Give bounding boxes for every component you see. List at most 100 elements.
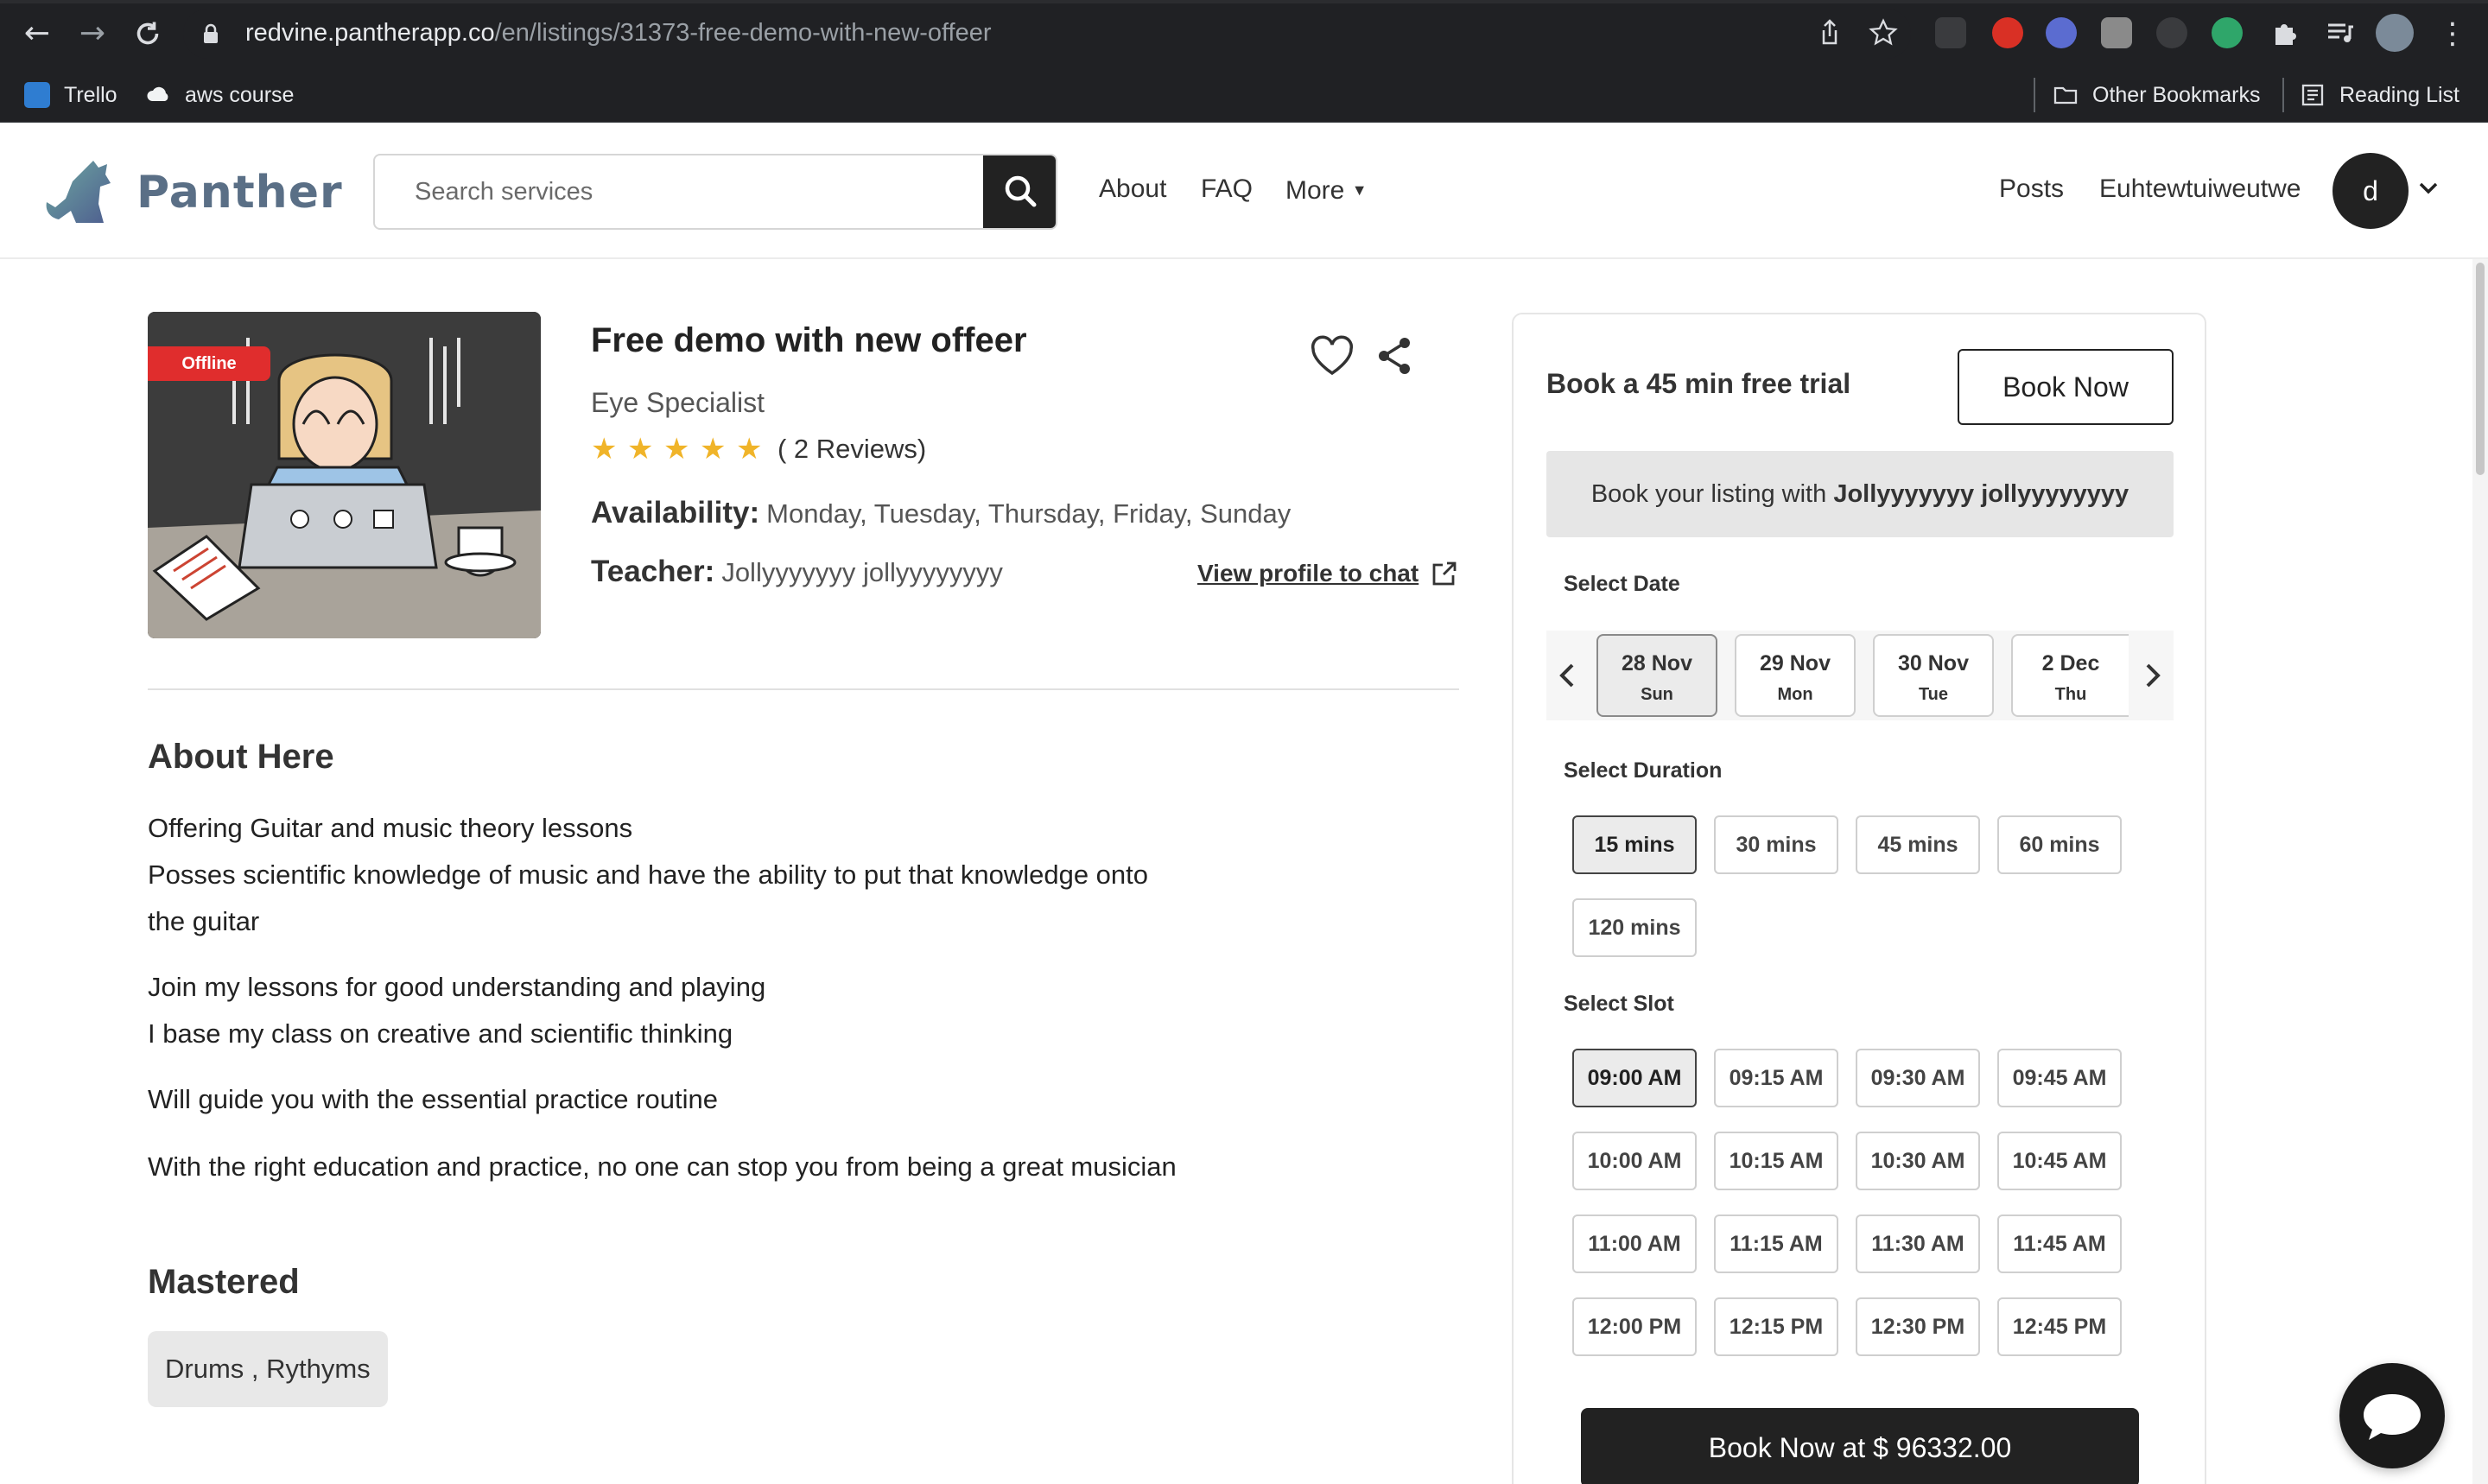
time-slot[interactable]: 11:15 AM <box>1714 1214 1838 1273</box>
bookmark-aws-course[interactable]: aws course <box>145 79 294 111</box>
folder-icon <box>2053 86 2078 105</box>
other-bookmarks-label: Other Bookmarks <box>2092 82 2261 107</box>
time-slot[interactable]: 10:00 AM <box>1572 1132 1697 1190</box>
time-slot[interactable]: 09:00 AM <box>1572 1049 1697 1107</box>
listing-title: Free demo with new offeer <box>591 321 1027 359</box>
time-slot[interactable]: 09:15 AM <box>1714 1049 1838 1107</box>
teacher-name: Jollyyyyyyy jollyyyyyyyy <box>721 557 1003 587</box>
forward-icon[interactable]: → <box>74 16 111 52</box>
duration-option[interactable]: 15 mins <box>1572 815 1697 874</box>
duration-option[interactable]: 30 mins <box>1714 815 1838 874</box>
duration-option[interactable]: 60 mins <box>1997 815 2122 874</box>
book-now-button[interactable]: Book Now <box>1958 349 2174 425</box>
time-slot[interactable]: 12:15 PM <box>1714 1297 1838 1356</box>
reading-list-icon <box>2301 84 2324 106</box>
react-devtools-icon[interactable] <box>1935 17 1966 48</box>
trello-icon <box>24 82 50 108</box>
search-icon <box>1005 175 1037 207</box>
reading-list[interactable]: Reading List <box>2300 79 2459 111</box>
about-line: Join my lessons for good understanding a… <box>148 972 766 1002</box>
date-chip-day: Thu <box>2054 685 2087 704</box>
heart-icon[interactable] <box>1310 335 1355 377</box>
duration-option[interactable]: 120 mins <box>1572 898 1697 957</box>
nav-user-name[interactable]: Euhtewtuiweutwe <box>2099 174 2301 204</box>
banner-prefix: Book your listing with <box>1590 480 1827 508</box>
nav-more[interactable]: More ▼ <box>1285 176 1368 206</box>
select-slot-label: Select Slot <box>1564 992 1674 1016</box>
banner-teacher-name: Jollyyyyyyy jollyyyyyyyy <box>1833 480 2129 508</box>
extension-icon[interactable] <box>2046 17 2077 48</box>
share-page-icon[interactable] <box>1814 17 1845 48</box>
bookmark-trello[interactable]: Trello <box>24 79 117 111</box>
grammarly-icon[interactable] <box>2212 17 2243 48</box>
view-profile-link[interactable]: View profile to chat <box>1197 560 1419 587</box>
puzzle-icon[interactable] <box>2269 17 2300 48</box>
about-line: Will guide you with the essential practi… <box>148 1084 718 1114</box>
time-slot[interactable]: 10:45 AM <box>1997 1132 2122 1190</box>
search-button[interactable] <box>983 155 1056 228</box>
nav-faq[interactable]: FAQ <box>1201 174 1253 204</box>
chevron-right-icon[interactable] <box>2130 631 2174 720</box>
about-line: I base my class on creative and scientif… <box>148 1018 733 1049</box>
user-avatar[interactable]: d <box>2332 153 2409 229</box>
book-now-price-button[interactable]: Book Now at $ 96332.00 <box>1581 1408 2139 1484</box>
date-chip[interactable]: 29 Nov Mon <box>1735 634 1856 717</box>
back-icon[interactable]: ← <box>19 16 55 52</box>
scrollbar-thumb[interactable] <box>2476 263 2485 475</box>
star-icon: ★ <box>663 432 690 466</box>
site-header: Panther About FAQ More ▼ Posts Euhtewtui… <box>0 123 2488 259</box>
refresh-extension-icon[interactable] <box>2156 17 2187 48</box>
about-line: the guitar <box>148 906 260 936</box>
time-slot[interactable]: 11:30 AM <box>1856 1214 1980 1273</box>
reviews-count[interactable]: ( 2 Reviews) <box>778 434 926 465</box>
skill-chip: Drums , Rythyms <box>148 1331 388 1407</box>
time-slot[interactable]: 12:45 PM <box>1997 1297 2122 1356</box>
time-slot[interactable]: 09:45 AM <box>1997 1049 2122 1107</box>
availability: Availability: Monday, Tuesday, Thursday, … <box>591 496 1291 530</box>
caret-down-icon: ▼ <box>1351 181 1368 199</box>
date-chip-date: 29 Nov <box>1760 651 1831 675</box>
reload-icon[interactable] <box>130 16 166 52</box>
bookmark-separator <box>2034 78 2035 112</box>
time-slot[interactable]: 09:30 AM <box>1856 1049 1980 1107</box>
time-slot[interactable]: 11:00 AM <box>1572 1214 1697 1273</box>
availability-label: Availability: <box>591 496 760 530</box>
calendar-extension-icon[interactable] <box>2101 17 2132 48</box>
about-paragraph-2: Join my lessons for good understanding a… <box>148 964 765 1057</box>
date-chip-date: 2 Dec <box>2041 651 2100 675</box>
chevron-left-icon[interactable] <box>1546 631 1590 720</box>
date-chip[interactable]: 28 Nov Sun <box>1596 634 1717 717</box>
nav-more-label: More <box>1285 176 1345 205</box>
bookmark-label: Trello <box>64 82 117 107</box>
menu-dots-icon[interactable]: ⋮ <box>2434 16 2471 52</box>
nav-posts[interactable]: Posts <box>1999 174 2064 204</box>
time-slot[interactable]: 10:30 AM <box>1856 1132 1980 1190</box>
chat-button[interactable] <box>2339 1363 2445 1468</box>
time-slot[interactable]: 10:15 AM <box>1714 1132 1838 1190</box>
address-bar[interactable]: redvine.pantherapp.co/en/listings/31373-… <box>183 9 1911 59</box>
profile-avatar-icon[interactable] <box>2376 14 2414 52</box>
date-chip-date: 30 Nov <box>1898 651 1969 675</box>
panther-logo[interactable]: Panther <box>41 154 343 231</box>
date-chip[interactable]: 30 Nov Tue <box>1873 634 1994 717</box>
chat-bubble-icon <box>2364 1394 2421 1440</box>
bookmark-star-icon[interactable] <box>1868 17 1899 48</box>
about-paragraph-4: With the right education and practice, n… <box>148 1144 1177 1190</box>
time-slot[interactable]: 11:45 AM <box>1997 1214 2122 1273</box>
media-control-icon[interactable] <box>2324 17 2355 48</box>
browser-toolbar: ← → redvine.pantherapp.co/en/listings/31… <box>0 0 2488 67</box>
duration-option[interactable]: 45 mins <box>1856 815 1980 874</box>
about-paragraph-3: Will guide you with the essential practi… <box>148 1076 718 1123</box>
share-icon[interactable] <box>1375 335 1413 377</box>
external-link-icon[interactable] <box>1431 560 1458 587</box>
booking-card: Book a 45 min free trial Book Now Book y… <box>1512 313 2206 1484</box>
rating-stars: ★ ★ ★ ★ ★ ( 2 Reviews) <box>591 432 926 466</box>
time-slot[interactable]: 12:30 PM <box>1856 1297 1980 1356</box>
date-chip[interactable]: 2 Dec Thu <box>2011 634 2129 717</box>
other-bookmarks[interactable]: Other Bookmarks <box>2053 79 2261 111</box>
time-slot[interactable]: 12:00 PM <box>1572 1297 1697 1356</box>
adblock-icon[interactable] <box>1992 17 2023 48</box>
search-input[interactable] <box>375 155 983 228</box>
nav-about[interactable]: About <box>1099 174 1166 204</box>
chevron-down-icon[interactable] <box>2415 174 2441 200</box>
